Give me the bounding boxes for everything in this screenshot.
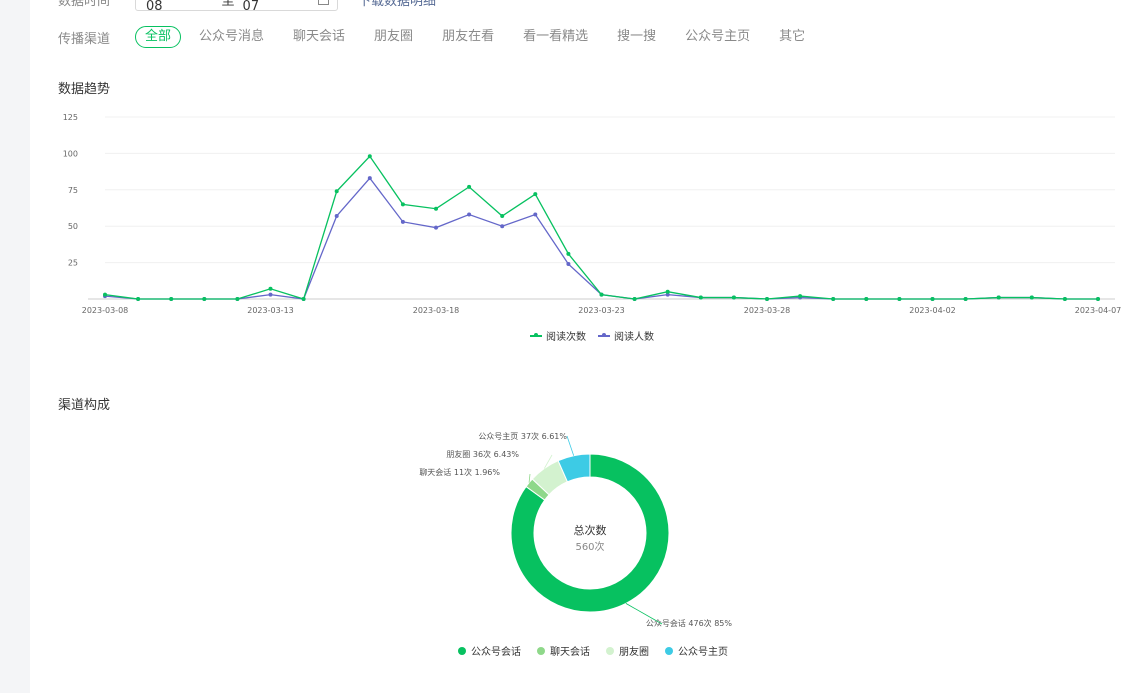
- legend-label: 公众号主页: [678, 647, 728, 658]
- slice-label: 公众号主页 37次 6.61%: [478, 431, 567, 441]
- legend-item[interactable]: 公众号主页: [665, 643, 728, 658]
- legend-label: 朋友圈: [619, 647, 649, 658]
- slice-label: 聊天会话 11次 1.96%: [419, 467, 500, 477]
- legend-item[interactable]: 聊天会话: [537, 643, 590, 658]
- legend-dot-icon: [458, 646, 466, 655]
- slice-label: 公众号会话 476次 85%: [646, 618, 733, 628]
- donut-center-title: 总次数: [574, 523, 607, 537]
- channel-legend: 公众号会话 聊天会话 朋友圈 公众号主页: [458, 643, 744, 658]
- legend-dot-icon: [537, 646, 545, 655]
- legend-label: 聊天会话: [550, 647, 590, 658]
- legend-dot-icon: [606, 646, 614, 655]
- main-panel: 数据时间 2023-03-08 至 2023-04-07 下载数据明细 传播渠道…: [30, 0, 1138, 693]
- label-leader-line: [566, 435, 575, 456]
- channel-donut-chart: 公众号会话 476次 85% 聊天会话 11次 1.96% 朋友圈 36次 6.43…: [419, 431, 733, 628]
- legend-item[interactable]: 朋友圈: [606, 643, 649, 658]
- slice-label: 朋友圈 36次 6.43%: [446, 449, 519, 459]
- donut-center-value: 560次: [575, 540, 604, 553]
- legend-label: 公众号会话: [471, 647, 521, 658]
- legend-dot-icon: [665, 646, 673, 655]
- legend-item[interactable]: 公众号会话: [458, 643, 521, 658]
